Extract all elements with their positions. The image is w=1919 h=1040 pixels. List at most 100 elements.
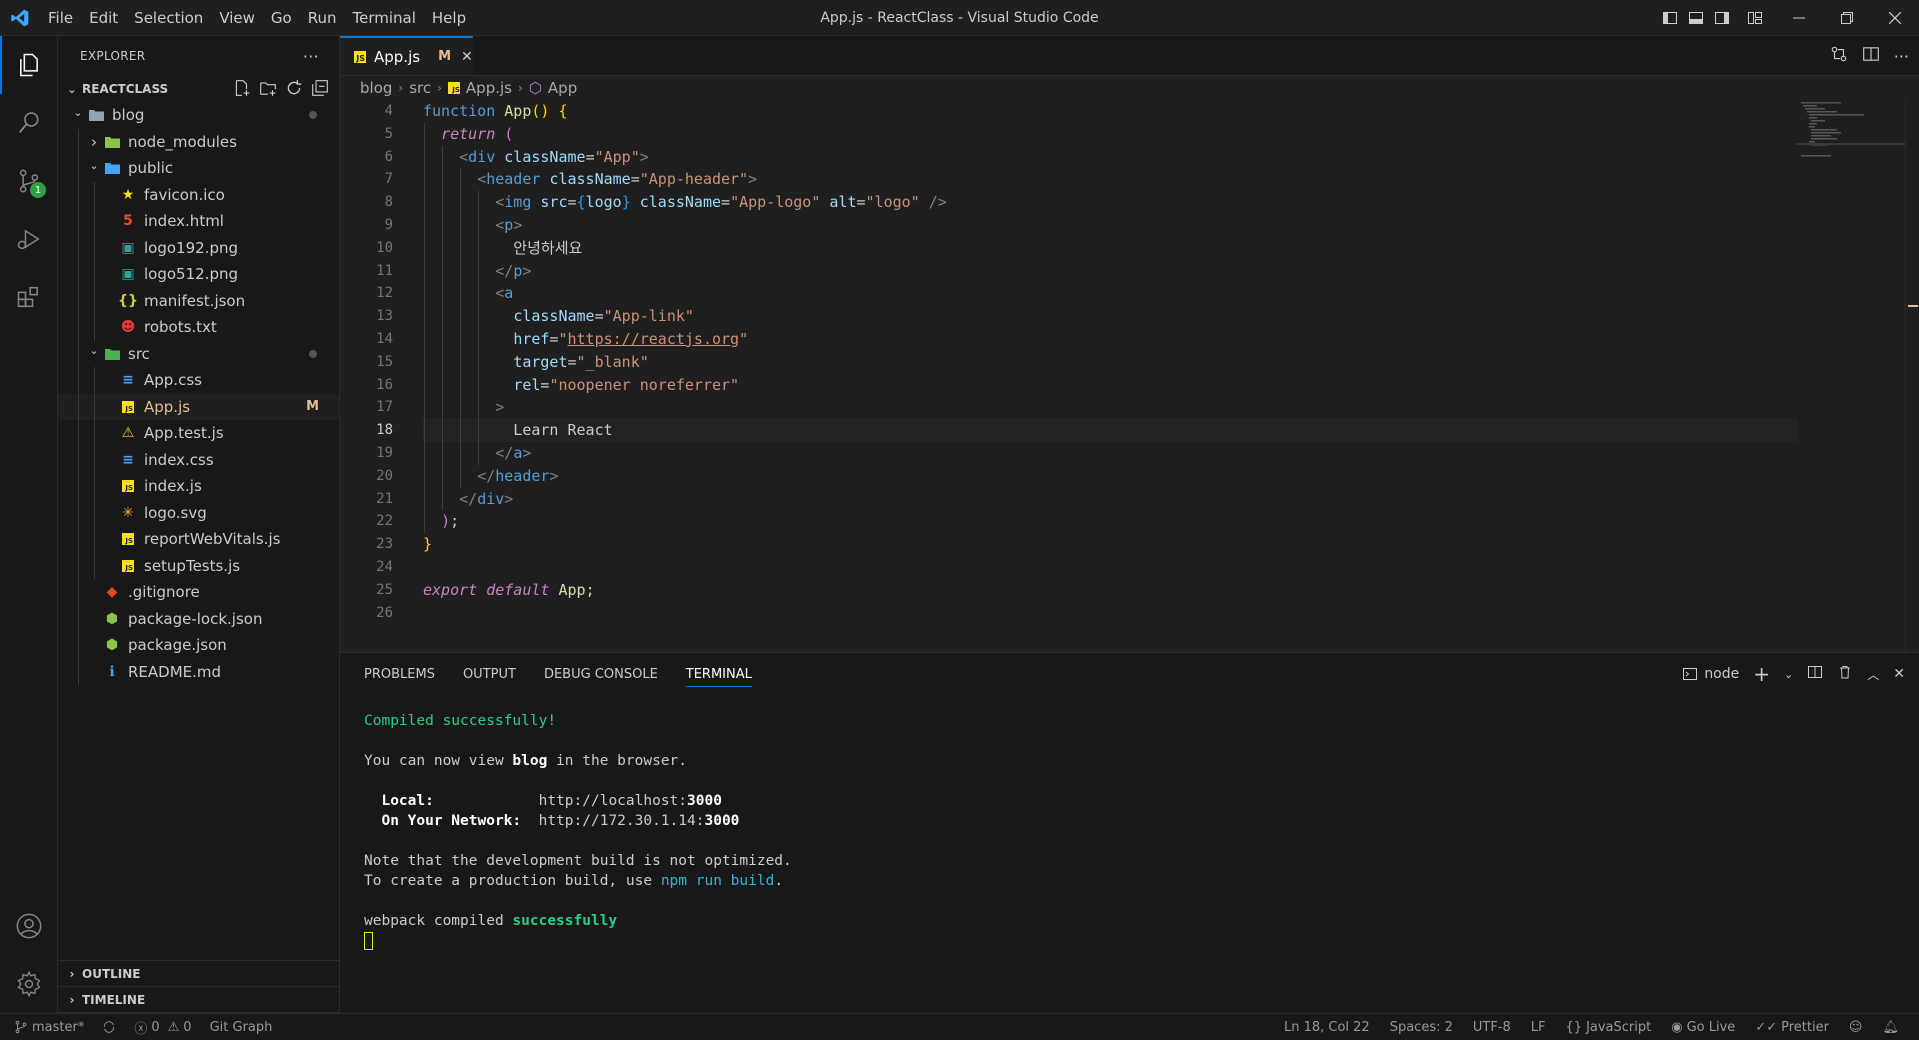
tab-app-js[interactable]: JS App.js M ✕ — [340, 36, 473, 75]
new-file-icon[interactable] — [233, 79, 251, 100]
customize-layout-icon[interactable] — [1735, 0, 1775, 36]
code-line[interactable]: 9 <p> — [340, 214, 1919, 237]
menu-selection[interactable]: Selection — [126, 0, 211, 36]
problems-status[interactable]: ⓧ 0 ⚠ 0 — [134, 1018, 191, 1037]
sync-icon[interactable] — [102, 1020, 116, 1034]
code-line[interactable]: 23} — [340, 533, 1919, 556]
code-line[interactable]: 12 <a — [340, 282, 1919, 305]
breadcrumb-item[interactable]: App.js — [466, 79, 512, 97]
code-line[interactable]: 16 rel="noopener noreferrer" — [340, 374, 1919, 397]
tree-folder[interactable]: ⌄ blog — [58, 102, 339, 129]
minimize-icon[interactable] — [1775, 0, 1823, 36]
code-line[interactable]: 25 export default App; — [340, 579, 1919, 602]
code-line[interactable]: 17 > — [340, 396, 1919, 419]
split-terminal-icon[interactable] — [1807, 664, 1823, 684]
code-line[interactable]: 6 <div className="App"> — [340, 146, 1919, 169]
code-line[interactable]: 7 <header className="App-header"> — [340, 168, 1919, 191]
tree-file[interactable]: ≡ App.css — [58, 367, 339, 394]
code-editor[interactable]: 4 function App() {5 return (6 <div classN… — [340, 100, 1919, 652]
language-mode[interactable]: {} JavaScript — [1566, 1020, 1652, 1035]
kill-terminal-icon[interactable] — [1837, 664, 1853, 684]
indentation[interactable]: Spaces: 2 — [1390, 1020, 1453, 1035]
menu-file[interactable]: File — [40, 0, 81, 36]
toggle-primary-sidebar-icon[interactable] — [1657, 0, 1683, 36]
tree-file[interactable]: ⬢ package-lock.json — [58, 605, 339, 632]
code-line[interactable]: 8 <img src={logo} className="App-logo" a… — [340, 191, 1919, 214]
tree-file[interactable]: ☻ robots.txt — [58, 314, 339, 341]
close-tab-icon[interactable]: ✕ — [461, 49, 473, 65]
panel-tab-debug-console[interactable]: DEBUG CONSOLE — [544, 653, 658, 695]
timeline-section-header[interactable]: › TIMELINE — [58, 987, 339, 1013]
workspace-section-header[interactable]: ⌄ REACTCLASS — [58, 76, 339, 102]
tree-file[interactable]: ⬢ package.json — [58, 632, 339, 659]
refresh-icon[interactable] — [285, 79, 303, 100]
breadcrumb-item[interactable]: blog — [360, 79, 392, 97]
tree-file[interactable]: JS index.js — [58, 473, 339, 500]
tree-file[interactable]: ▣ logo512.png — [58, 261, 339, 288]
tree-file[interactable]: JS App.js M — [58, 393, 339, 420]
editor-scrollbar[interactable] — [1905, 100, 1919, 652]
tree-file[interactable]: ▣ logo192.png — [58, 234, 339, 261]
code-line[interactable]: 13 className="App-link" — [340, 305, 1919, 328]
tree-folder[interactable]: ⌄ public — [58, 155, 339, 182]
code-line[interactable]: 26 — [340, 602, 1919, 625]
git-graph-status[interactable]: Git Graph — [210, 1020, 273, 1035]
menu-help[interactable]: Help — [424, 0, 474, 36]
tree-folder[interactable]: ⌄ src — [58, 340, 339, 367]
tree-folder[interactable]: › node_modules — [58, 128, 339, 155]
code-line[interactable]: 20 </header> — [340, 465, 1919, 488]
more-actions-icon[interactable]: ··· — [303, 47, 319, 66]
panel-tab-output[interactable]: OUTPUT — [463, 653, 516, 695]
minimap[interactable] — [1797, 100, 1905, 160]
toggle-secondary-sidebar-icon[interactable] — [1709, 0, 1735, 36]
notifications-bell-icon[interactable]: 🔔︎ — [1882, 1020, 1899, 1035]
terminal-instance[interactable]: node — [1682, 666, 1739, 682]
encoding[interactable]: UTF-8 — [1473, 1020, 1511, 1035]
extensions-icon[interactable] — [0, 268, 58, 326]
close-window-icon[interactable] — [1871, 0, 1919, 36]
code-line[interactable]: 14 href="https://reactjs.org" — [340, 328, 1919, 351]
tree-file[interactable]: ★ favicon.ico — [58, 181, 339, 208]
outline-section-header[interactable]: › OUTLINE — [58, 961, 339, 987]
code-line[interactable]: 22 ); — [340, 510, 1919, 533]
tree-file[interactable]: {} manifest.json — [58, 287, 339, 314]
code-line[interactable]: 18 Learn React — [340, 419, 1919, 442]
code-line[interactable]: 19 </a> — [340, 442, 1919, 465]
search-icon[interactable] — [0, 94, 58, 152]
maximize-panel-icon[interactable]: ︿ — [1867, 666, 1879, 683]
tree-file[interactable]: ≡ index.css — [58, 446, 339, 473]
accounts-icon[interactable] — [0, 897, 58, 955]
source-control-icon[interactable]: 1 — [0, 152, 58, 210]
menu-view[interactable]: View — [211, 0, 263, 36]
cursor-position[interactable]: Ln 18, Col 22 — [1284, 1020, 1370, 1035]
breadcrumb-item[interactable]: App — [548, 79, 577, 97]
tree-file[interactable]: 5 index.html — [58, 208, 339, 235]
menu-terminal[interactable]: Terminal — [345, 0, 424, 36]
tree-file[interactable]: JS setupTests.js — [58, 552, 339, 579]
settings-gear-icon[interactable] — [0, 955, 58, 1013]
close-panel-icon[interactable]: ✕ — [1893, 666, 1905, 682]
code-line[interactable]: 4 function App() { — [340, 100, 1919, 123]
panel-tab-problems[interactable]: PROBLEMS — [364, 653, 435, 695]
menu-edit[interactable]: Edit — [81, 0, 126, 36]
code-line[interactable]: 21 </div> — [340, 488, 1919, 511]
tree-file[interactable]: ℹ README.md — [58, 658, 339, 685]
open-changes-icon[interactable] — [1830, 45, 1848, 67]
collapse-all-icon[interactable] — [311, 79, 329, 100]
tree-file[interactable]: ✳ logo.svg — [58, 499, 339, 526]
terminal-output[interactable]: Compiled successfully! You can now view … — [364, 711, 792, 951]
code-line[interactable]: 10 안녕하세요 — [340, 237, 1919, 260]
tree-file[interactable]: JS reportWebVitals.js — [58, 526, 339, 553]
editor-more-actions-icon[interactable]: ··· — [1894, 47, 1909, 66]
feedback-icon[interactable]: ☺ — [1849, 1020, 1863, 1035]
end-of-line[interactable]: LF — [1531, 1020, 1546, 1035]
tree-file[interactable]: ⚠ App.test.js — [58, 420, 339, 447]
menu-go[interactable]: Go — [263, 0, 300, 36]
branch-status[interactable]: master* — [14, 1020, 84, 1035]
split-editor-icon[interactable] — [1862, 45, 1880, 67]
run-debug-icon[interactable] — [0, 210, 58, 268]
menu-run[interactable]: Run — [300, 0, 345, 36]
new-terminal-icon[interactable]: + — [1753, 662, 1770, 686]
code-line[interactable]: 24 — [340, 556, 1919, 579]
panel-tab-terminal[interactable]: TERMINAL — [685, 653, 753, 695]
